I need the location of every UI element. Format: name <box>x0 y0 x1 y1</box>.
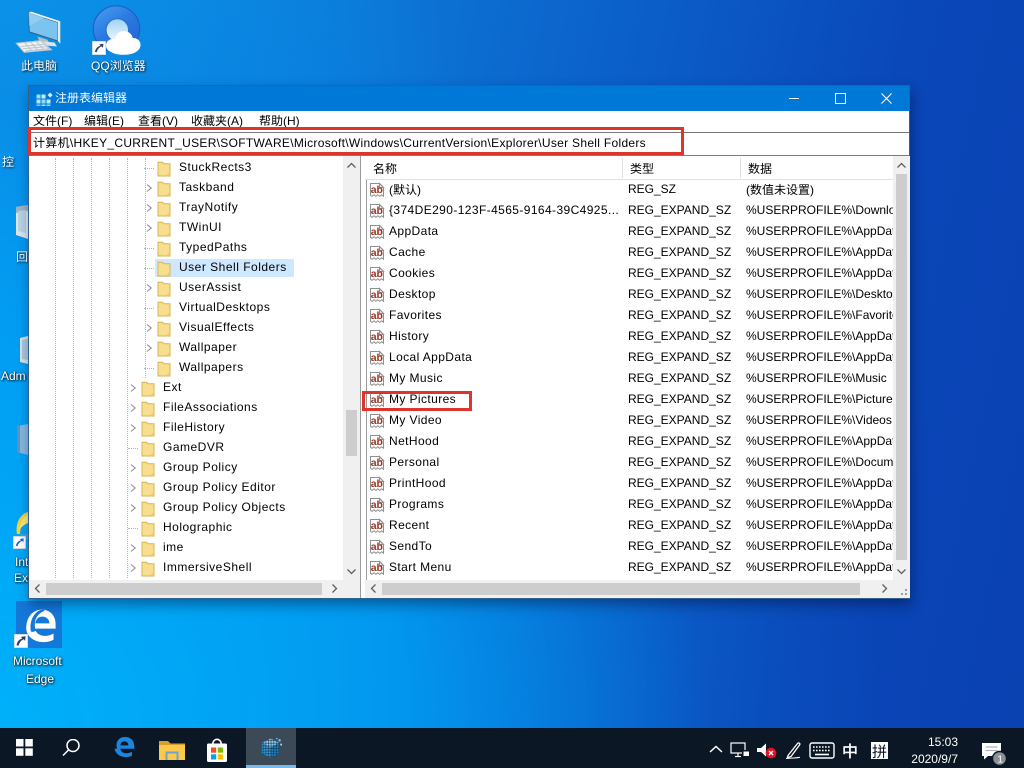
svg-text:ab: ab <box>371 310 383 322</box>
svg-text:(: ( <box>746 183 750 197</box>
svg-text:(V): (V) <box>162 114 178 128</box>
svg-text:ab: ab <box>371 499 383 511</box>
svg-text:ab: ab <box>371 289 383 301</box>
svg-text:(F): (F) <box>57 114 72 128</box>
svg-text:ab: ab <box>371 247 383 259</box>
svg-text:ab: ab <box>371 436 383 448</box>
svg-text:ab: ab <box>371 352 383 364</box>
svg-text:QQ: QQ <box>91 59 110 73</box>
svg-text:(H): (H) <box>283 114 300 128</box>
svg-text:ab: ab <box>371 331 383 343</box>
svg-text:ab: ab <box>371 415 383 427</box>
svg-text:ab: ab <box>371 457 383 469</box>
svg-text:ab: ab <box>371 478 383 490</box>
svg-text:(E): (E) <box>108 114 124 128</box>
svg-text:ab: ab <box>371 541 383 553</box>
svg-text:): ) <box>810 183 814 197</box>
svg-text:(A): (A) <box>227 114 243 128</box>
svg-text:ab: ab <box>371 268 383 280</box>
svg-text:ab: ab <box>371 205 383 217</box>
svg-text:ab: ab <box>371 226 383 238</box>
svg-text:ab: ab <box>371 562 383 574</box>
svg-text:ab: ab <box>371 373 383 385</box>
svg-text:ab: ab <box>371 520 383 532</box>
svg-text:ab: ab <box>371 184 383 196</box>
svg-text:): ) <box>417 183 421 197</box>
svg-text:1: 1 <box>997 753 1003 765</box>
svg-text:(: ( <box>389 183 393 197</box>
